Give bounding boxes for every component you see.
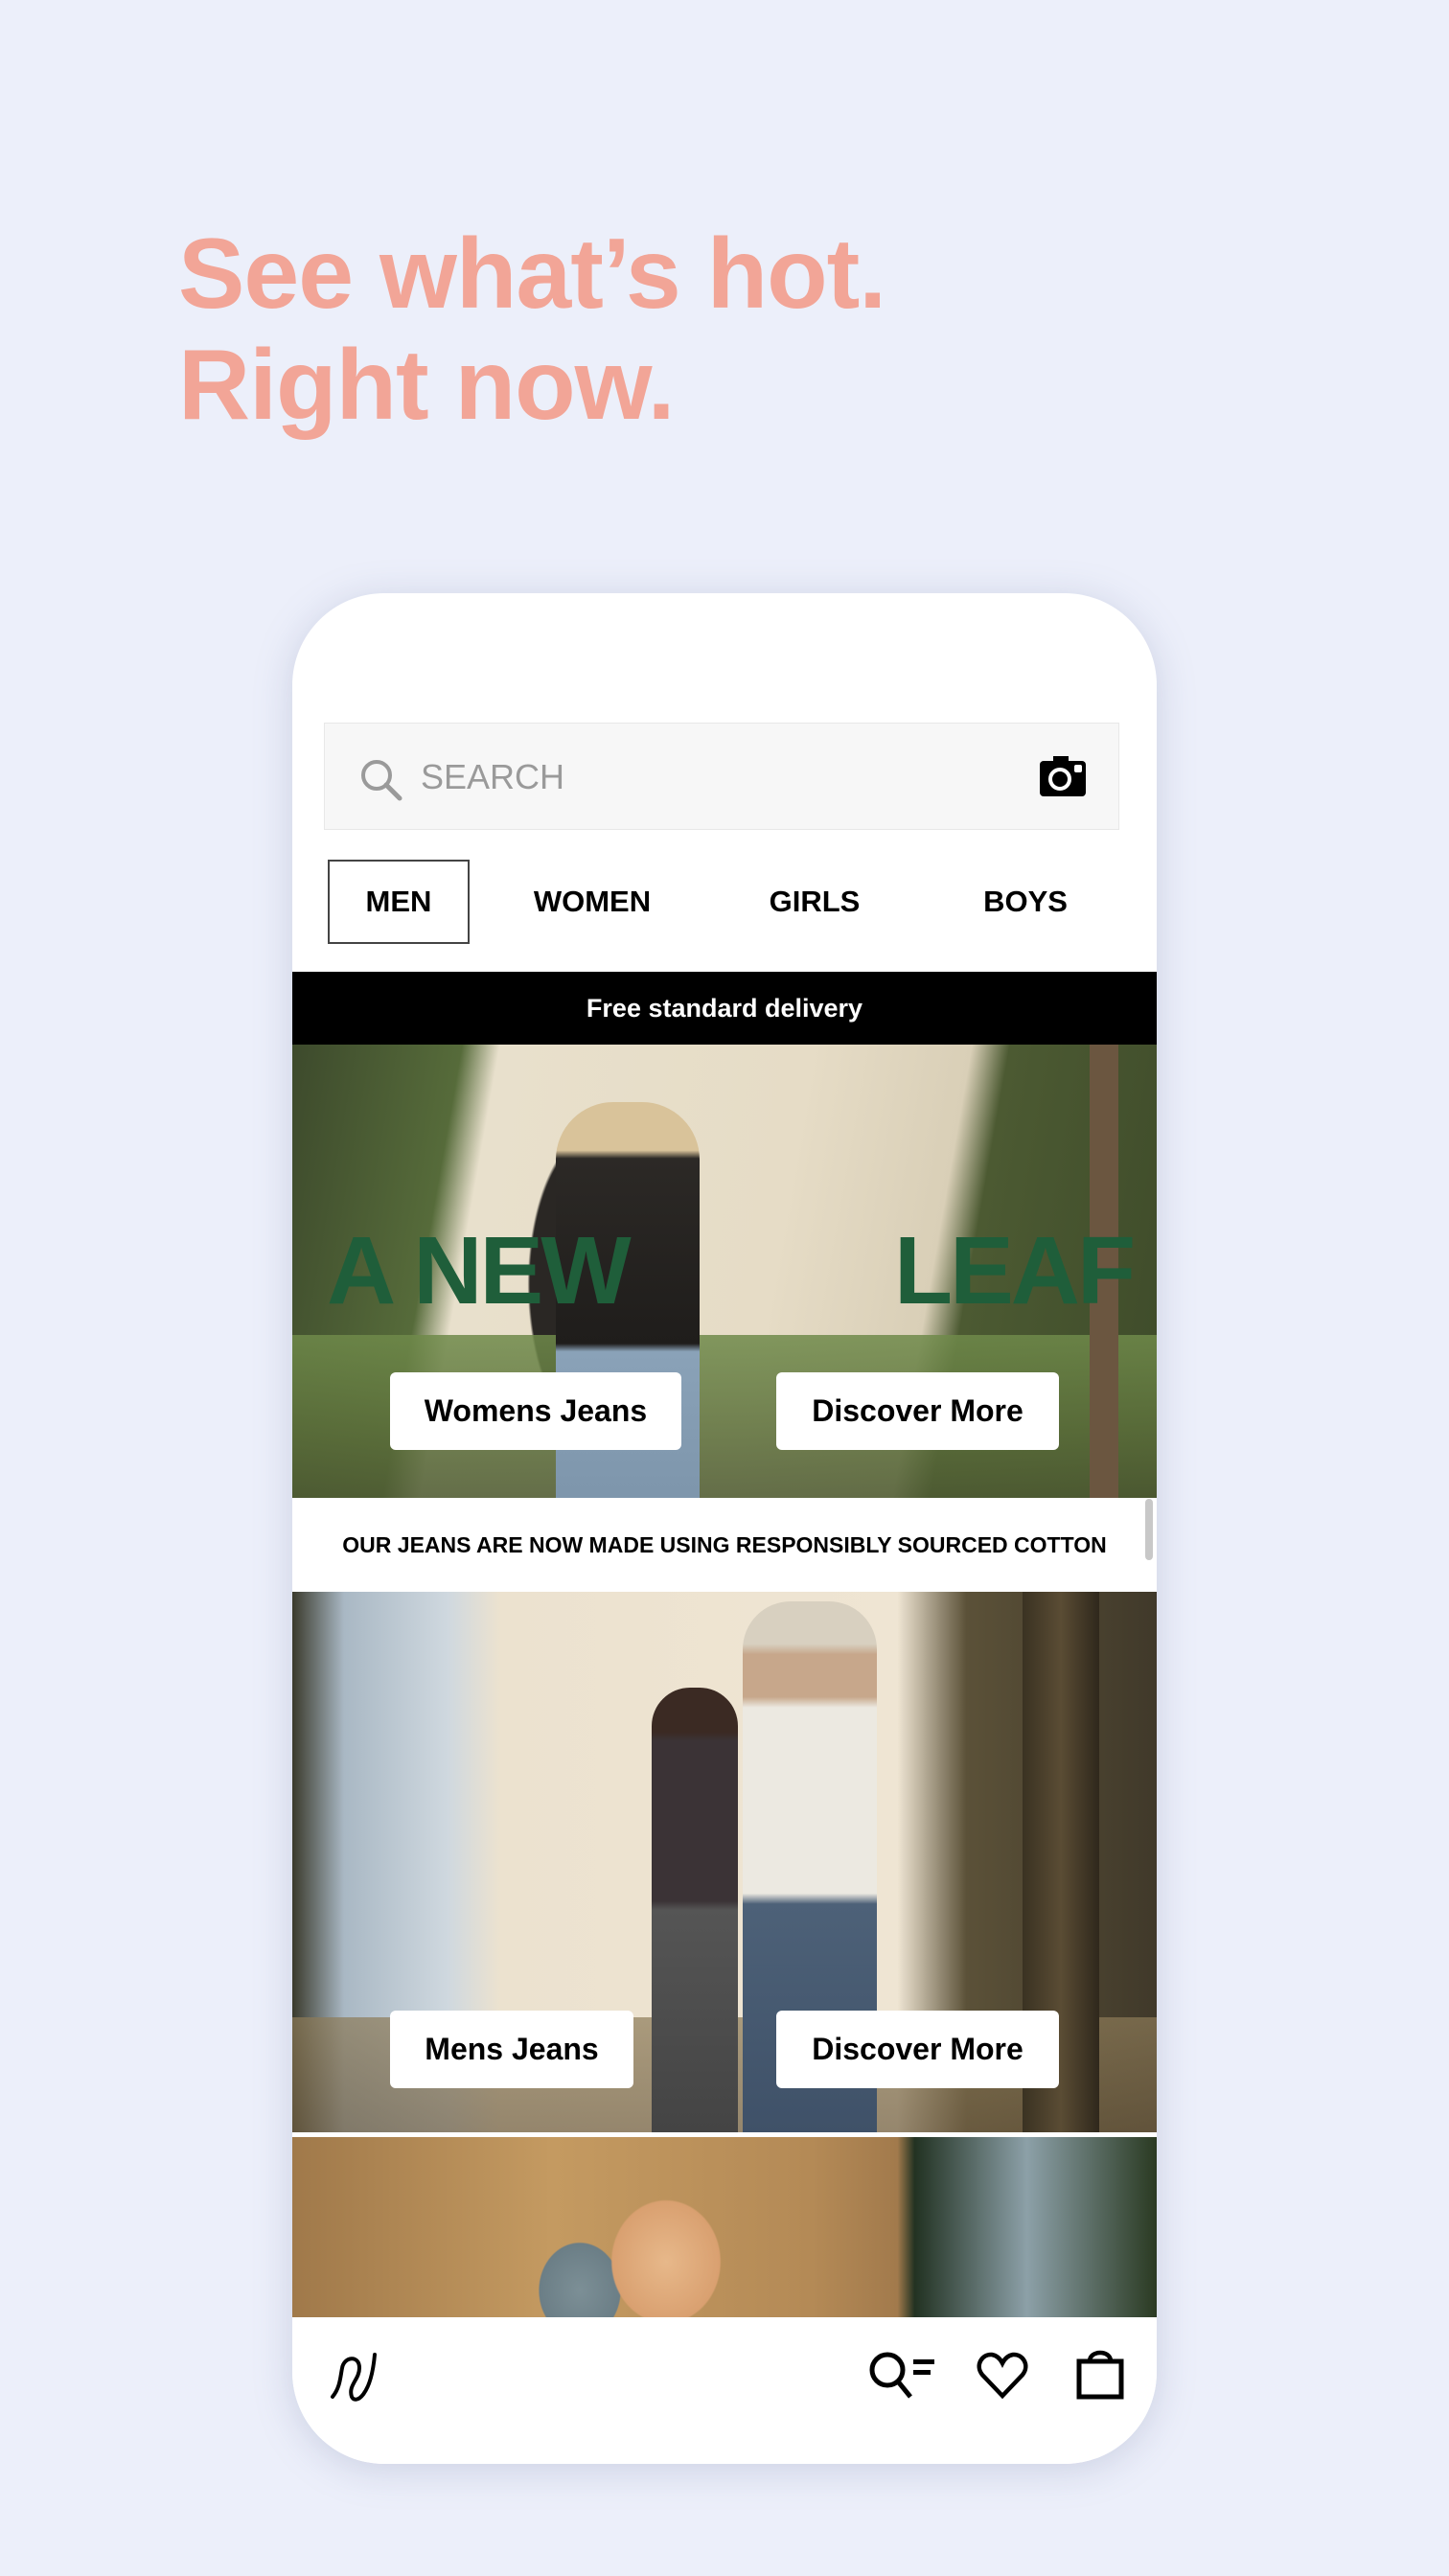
discover-more-button-1[interactable]: Discover More xyxy=(776,1372,1059,1450)
womens-jeans-button[interactable]: Womens Jeans xyxy=(390,1372,681,1450)
hero-banner-girls[interactable] xyxy=(292,2137,1157,2317)
delivery-banner[interactable]: Free standard delivery xyxy=(292,972,1157,1045)
tab-girls[interactable]: GIRLS xyxy=(743,860,886,944)
mens-jeans-button[interactable]: Mens Jeans xyxy=(390,2011,633,2088)
tab-men[interactable]: MEN xyxy=(328,860,470,944)
tab-women[interactable]: WOMEN xyxy=(501,860,683,944)
category-tabs: MEN WOMEN GIRLS BOYS xyxy=(292,860,1157,944)
discover-more-button-2[interactable]: Discover More xyxy=(776,2011,1059,2088)
brand-logo-icon[interactable] xyxy=(327,2349,380,2403)
search-input[interactable] xyxy=(421,748,977,806)
bottom-nav xyxy=(292,2317,1157,2464)
hero-image-model xyxy=(513,2175,762,2317)
cotton-caption: OUR JEANS ARE NOW MADE USING RESPONSIBLY… xyxy=(292,1499,1157,1592)
tab-boys[interactable]: BOYS xyxy=(954,860,1097,944)
headline-line-1: See what’s hot. xyxy=(178,218,886,330)
search-list-icon[interactable] xyxy=(867,2350,938,2402)
hero-overlay-text-left: A NEW xyxy=(327,1217,632,1324)
shopping-bag-icon[interactable] xyxy=(1076,2346,1124,2400)
hero-banner-womens[interactable]: A NEW LEAF Womens Jeans Discover More xyxy=(292,1045,1157,1498)
hero-banner-mens[interactable]: Mens Jeans Discover More xyxy=(292,1592,1157,2132)
search-bar[interactable] xyxy=(324,723,1119,830)
heart-icon[interactable] xyxy=(977,2352,1028,2400)
search-icon xyxy=(357,756,403,802)
phone-frame: MEN WOMEN GIRLS BOYS Free standard deliv… xyxy=(292,593,1157,2464)
hero-overlay-text-right: LEAF xyxy=(894,1217,1136,1324)
camera-icon[interactable] xyxy=(1040,756,1086,796)
scrollbar[interactable] xyxy=(1145,1499,1153,1560)
hero-image-model-1 xyxy=(652,1688,738,2132)
promo-headline: See what’s hot. Right now. xyxy=(178,218,886,441)
headline-line-2: Right now. xyxy=(178,330,676,441)
